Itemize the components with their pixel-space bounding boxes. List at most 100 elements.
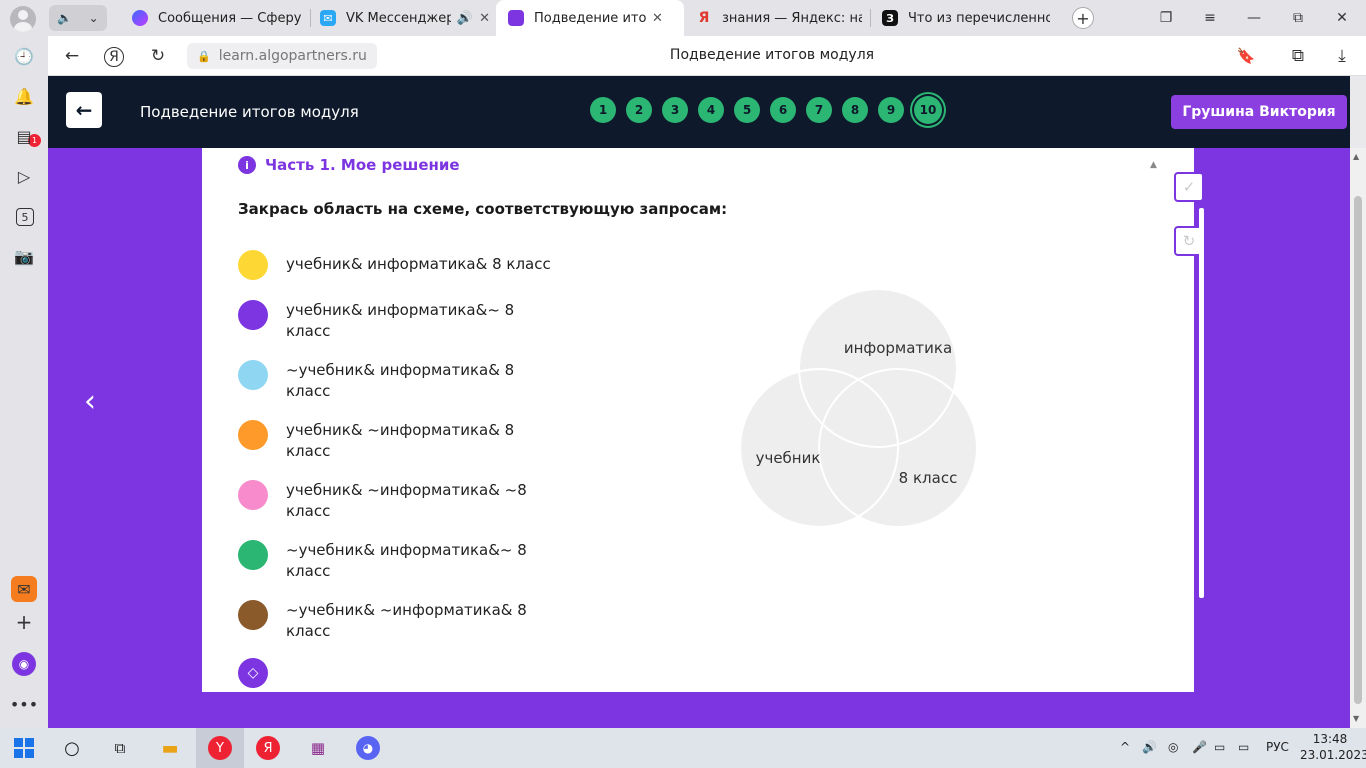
tab-algo-active[interactable]: Подведение итогов м ✕ [496, 0, 684, 36]
bookmark-icon[interactable]: 🔖 [1234, 44, 1258, 68]
language-indicator[interactable]: РУС [1266, 740, 1289, 754]
download-icon[interactable]: ⤓ [1330, 44, 1354, 68]
eraser-button[interactable]: ◇ [238, 658, 268, 688]
volume-icon[interactable]: 🔊 [1142, 740, 1157, 754]
part-header[interactable]: i Часть 1. Мое решение [238, 156, 460, 174]
step-navigation: 1 2 3 4 5 6 7 8 9 10 [590, 96, 942, 124]
history-icon[interactable]: 🕘 [12, 44, 36, 68]
url-field[interactable]: 🔒 learn.algopartners.ru [187, 43, 377, 69]
yandex-icon[interactable]: Я [256, 736, 280, 760]
menu-icon[interactable]: ≡ [1198, 6, 1222, 30]
discord-icon[interactable]: ◕ [356, 736, 380, 760]
color-swatch[interactable] [238, 480, 268, 510]
reload-icon[interactable]: ↻ [146, 44, 170, 68]
speaker-icon: 🔈 [57, 11, 73, 25]
minimize-icon[interactable]: — [1242, 6, 1266, 30]
lesson-stage: ‹ i Часть 1. Мое решение ▲ Закрась облас… [48, 148, 1350, 728]
alice-icon[interactable]: ◉ [12, 652, 36, 676]
color-swatch[interactable] [238, 540, 268, 570]
back-button[interactable]: ← [66, 92, 102, 128]
label-textbook: учебник [756, 449, 821, 467]
audio-tabs-group[interactable]: 🔈 ⌄ [49, 5, 107, 31]
windows-taskbar: ○ ⧉ ▬ Y Я ▦ ◕ ^ 🔊 ◎ 🎤 ▭ ▭ РУС 13:48 23.0… [0, 728, 1366, 768]
znanija-icon: З [882, 10, 898, 26]
step-5[interactable]: 5 [734, 97, 760, 123]
scroll-down-icon[interactable]: ▼ [1353, 714, 1359, 723]
profile-avatar[interactable] [10, 6, 36, 32]
winrar-icon[interactable]: ▦ [306, 736, 330, 760]
legend-item[interactable]: ~учебник& информатика&~ 8 класс [238, 540, 546, 582]
color-swatch[interactable] [238, 300, 268, 330]
file-explorer-icon[interactable]: ▬ [158, 736, 182, 760]
app-header: ← Подведение итогов модуля 1 2 3 4 5 6 7 8 9 10 Г… [48, 76, 1350, 148]
close-icon[interactable]: ✕ [479, 11, 490, 26]
chevron-down-icon: ⌄ [88, 11, 99, 25]
legend-item[interactable]: ~учебник& ~информатика& 8 класс [238, 600, 546, 642]
legend-item[interactable]: учебник& информатика& 8 класс [238, 250, 551, 280]
legend-item[interactable]: ~учебник& информатика& 8 класс [238, 360, 546, 402]
tab-sferum[interactable]: Сообщения — Сферум [132, 0, 302, 36]
back-arrow-icon[interactable]: ← [60, 44, 84, 68]
color-swatch[interactable] [238, 420, 268, 450]
tab-yandex[interactable]: Я знания — Яндекс: нашл [696, 0, 862, 36]
color-swatch[interactable] [238, 360, 268, 390]
page-title: Подведение итогов модуля [669, 47, 875, 63]
close-icon[interactable]: ✕ [652, 11, 663, 26]
video-icon[interactable]: ▷ [12, 164, 36, 188]
camera-tray-icon[interactable]: ◎ [1168, 740, 1178, 754]
close-window-icon[interactable]: ✕ [1330, 6, 1354, 30]
mail-icon[interactable]: ✉ [11, 576, 37, 602]
windows-start-icon[interactable] [12, 736, 36, 760]
microphone-icon[interactable]: 🎤 [1192, 740, 1207, 754]
browser-tab-bar: 🔈 ⌄ Сообщения — Сферум ✉ VK Мессенджер 🔊… [0, 0, 1366, 36]
step-10[interactable]: 10 [914, 96, 942, 124]
step-7[interactable]: 7 [806, 97, 832, 123]
network-icon[interactable]: ▭ [1238, 740, 1249, 754]
yandex-browser-icon[interactable]: Y [208, 736, 232, 760]
legend-item[interactable]: учебник& ~информатика& ~8 класс [238, 480, 546, 522]
color-swatch[interactable] [238, 250, 268, 280]
task-view-icon[interactable]: ⧉ [108, 736, 132, 760]
tab-znanija[interactable]: З Что из перечисленного [882, 0, 1050, 36]
color-swatch[interactable] [238, 600, 268, 630]
step-6[interactable]: 6 [770, 97, 796, 123]
tab-vk-messenger[interactable]: ✉ VK Мессенджер 🔊 ✕ [320, 0, 490, 36]
extensions-icon[interactable]: ⧉ [1286, 44, 1310, 68]
user-menu-button[interactable]: Грушина Виктория [1171, 95, 1347, 129]
eraser-icon: ◇ [247, 665, 259, 681]
lock-icon: 🔒 [197, 49, 211, 63]
add-icon[interactable]: + [12, 610, 36, 634]
scroll-up-icon[interactable]: ▲ [1353, 152, 1359, 161]
legend-item[interactable]: учебник& ~информатика& 8 класс [238, 420, 546, 462]
restore-icon[interactable]: ⧉ [1286, 6, 1310, 30]
check-button[interactable]: ✓ [1174, 172, 1204, 202]
step-2[interactable]: 2 [626, 97, 652, 123]
scroll-thumb[interactable] [1354, 196, 1362, 704]
yandex-icon: Я [698, 10, 710, 26]
search-icon[interactable]: ○ [60, 736, 84, 760]
yandex-home-icon[interactable]: Я [104, 47, 124, 67]
tray-chevron-icon[interactable]: ^ [1120, 740, 1130, 754]
new-tab-button[interactable]: + [1072, 7, 1094, 29]
camera-icon[interactable]: 📷 [12, 244, 36, 268]
legend-item[interactable]: учебник& информатика&~ 8 класс [238, 300, 546, 342]
collections-icon[interactable]: ▤ [12, 124, 36, 148]
step-9[interactable]: 9 [878, 97, 904, 123]
step-1[interactable]: 1 [590, 97, 616, 123]
tab-audio-icon[interactable]: 🔊 [457, 11, 473, 26]
page-scrollbar[interactable]: ▲ ▼ [1350, 148, 1366, 728]
battery-icon[interactable]: ▭ [1214, 740, 1225, 754]
step-3[interactable]: 3 [662, 97, 688, 123]
venn-diagram: информатика учебник 8 класс [739, 288, 978, 528]
notifications-icon[interactable]: 🔔 [12, 84, 36, 108]
arrow-left-icon: ← [75, 98, 93, 122]
prev-slide-icon[interactable]: ‹ [78, 384, 102, 419]
clock[interactable]: 13:48 23.01.2023 [1300, 731, 1366, 763]
more-icon[interactable]: ••• [10, 692, 38, 716]
collections-icon[interactable]: ❐ [1154, 6, 1178, 30]
step-8[interactable]: 8 [842, 97, 868, 123]
five-icon[interactable]: 5 [16, 208, 34, 226]
tool-rail [1199, 208, 1204, 598]
step-4[interactable]: 4 [698, 97, 724, 123]
collapse-icon[interactable]: ▲ [1150, 160, 1157, 170]
